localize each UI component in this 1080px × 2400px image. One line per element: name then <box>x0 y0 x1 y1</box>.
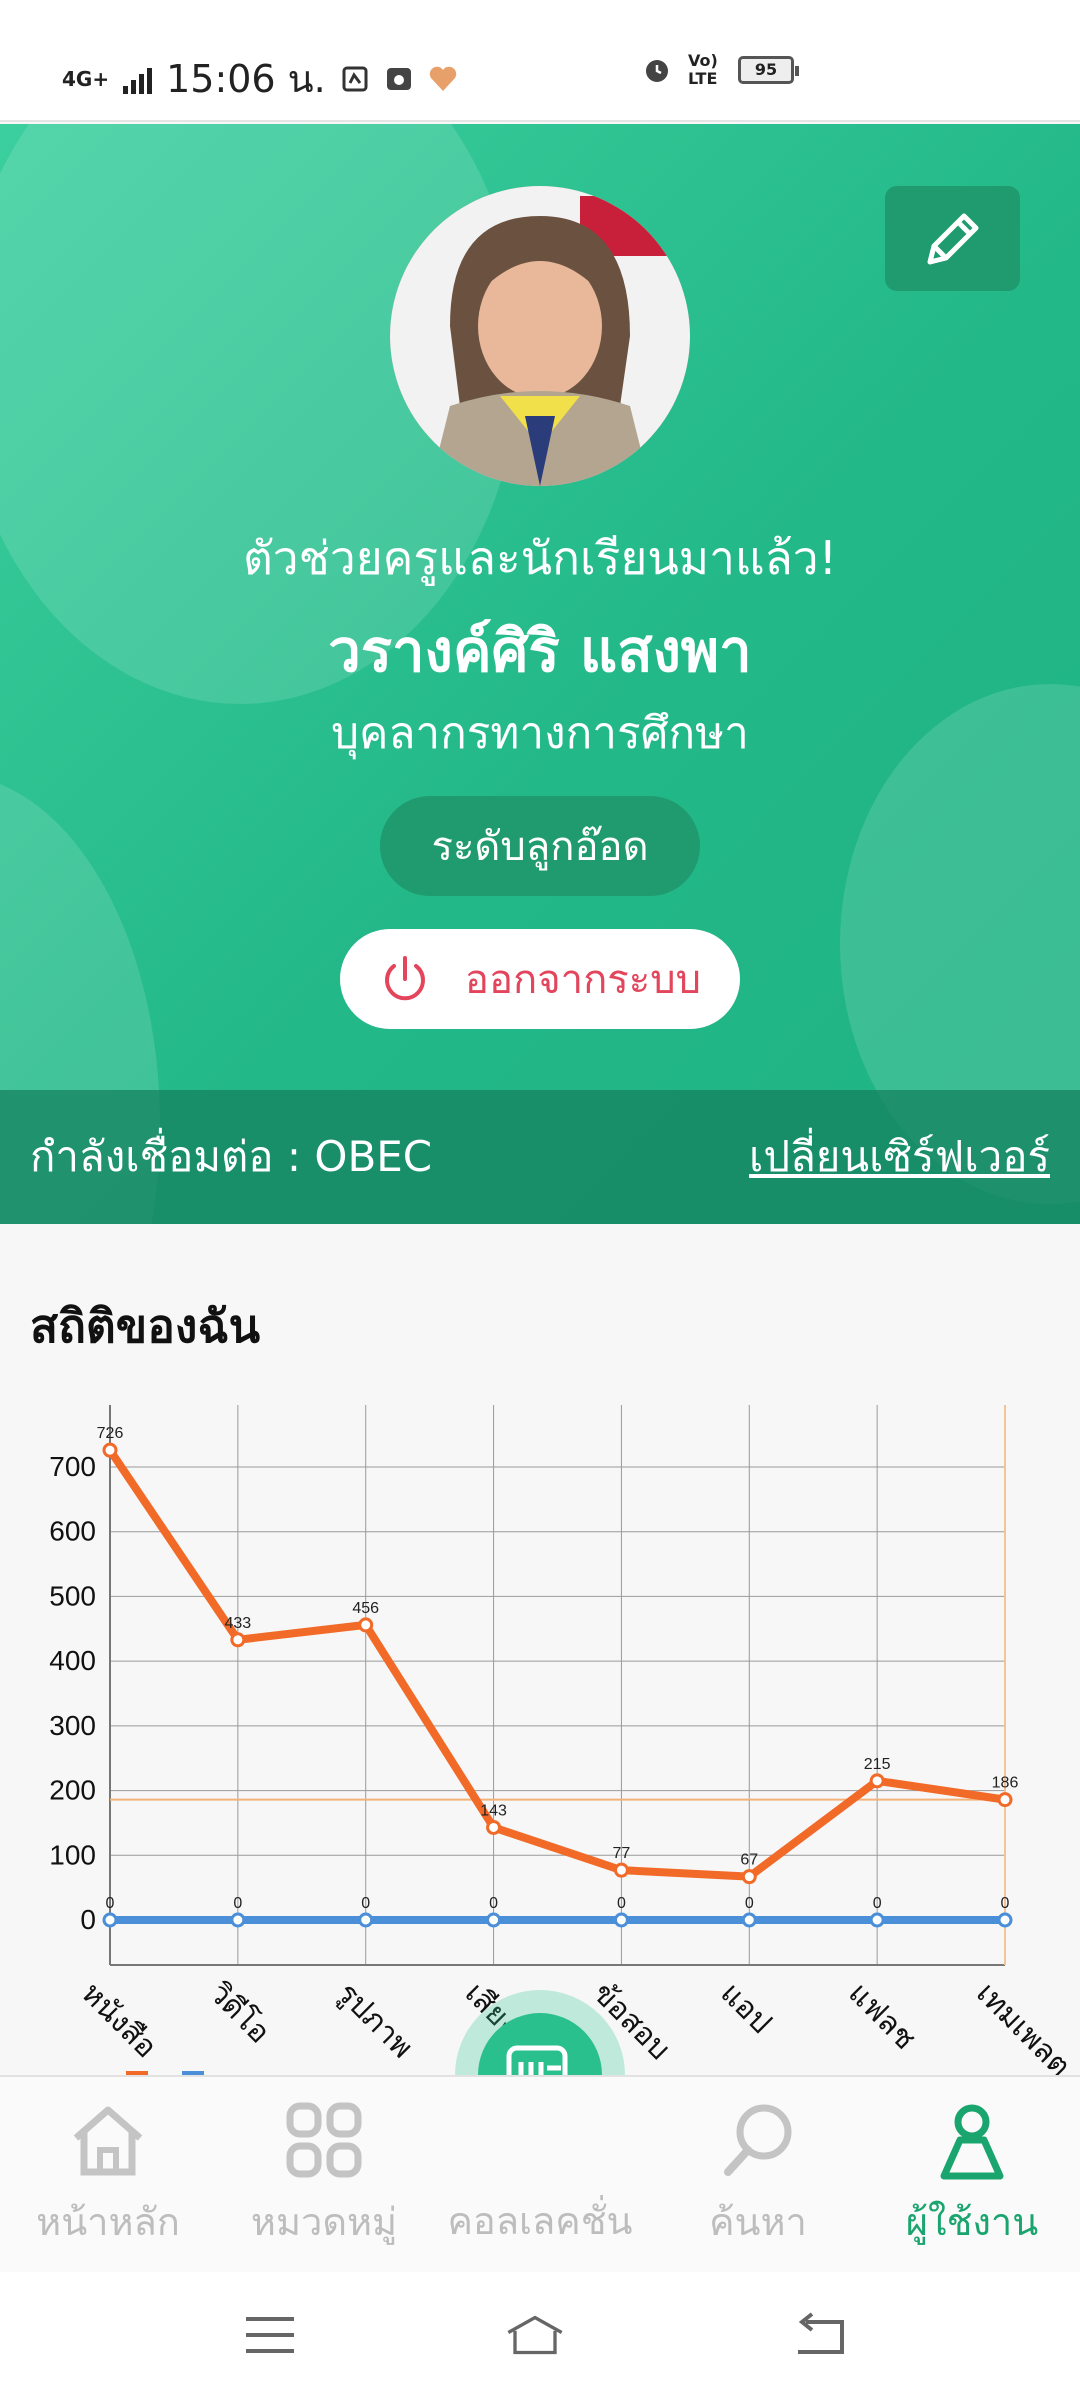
nav-label: หน้าหลัก <box>36 2200 180 2244</box>
y-tick-label: 400 <box>49 1645 96 1676</box>
y-tick-label: 0 <box>80 1904 96 1935</box>
alarm-icon <box>642 55 672 85</box>
data-point <box>486 1819 502 1835</box>
series-line-0 <box>106 1447 1006 1881</box>
data-label: 0 <box>617 1895 626 1912</box>
data-label: 67 <box>740 1852 758 1869</box>
battery-icon: 95 <box>738 56 799 84</box>
data-label: 143 <box>480 1802 507 1819</box>
stats-chart: 0 100 200 300 400 500 600 700726 433 456 143 77 67 21… <box>49 1405 1077 2084</box>
data-point <box>997 1792 1013 1808</box>
data-label: 77 <box>613 1845 631 1862</box>
nav-item-user[interactable]: ผู้ใช้งาน <box>872 2077 1072 2274</box>
y-tick-label: 700 <box>49 1451 96 1482</box>
back-icon[interactable] <box>790 2310 850 2360</box>
data-point <box>230 1632 246 1648</box>
nav-label: ค้นหา <box>709 2200 807 2244</box>
x-tick-label: แฟลช <box>841 1976 922 2057</box>
connection-bar: กำลังเชื่อมต่อ : OBEC เปลี่ยนเซิร์ฟเวอร์ <box>0 1090 1080 1224</box>
data-label: 456 <box>352 1600 379 1617</box>
data-point <box>997 1912 1013 1928</box>
switch-server-link[interactable]: เปลี่ยนเซิร์ฟเวอร์ <box>749 1124 1050 1190</box>
power-icon <box>384 956 425 1001</box>
connection-status: กำลังเชื่อมต่อ : OBEC <box>30 1132 433 1181</box>
data-label: 186 <box>992 1775 1019 1792</box>
status-bar: 4G+ 15:06 น. Vo) LTE 95 <box>0 0 1080 122</box>
data-point <box>102 1442 118 1458</box>
data-point <box>869 1912 885 1928</box>
tagline: ตัวช่วยครูและนักเรียนมาแล้ว! <box>242 531 838 585</box>
volte-label: Vo) LTE <box>688 51 718 88</box>
nav-label: ผู้ใช้งาน <box>905 2200 1039 2244</box>
x-tick-label: แอป <box>714 1976 779 2041</box>
data-point <box>486 1912 502 1928</box>
logout-label: ออกจากระบบ <box>464 957 702 1003</box>
data-label: 0 <box>233 1895 242 1912</box>
data-point <box>613 1912 629 1928</box>
home-system-icon[interactable] <box>505 2310 565 2360</box>
data-label: 0 <box>1001 1895 1010 1912</box>
nav-item-search[interactable]: ค้นหา <box>658 2077 858 2274</box>
data-point <box>102 1912 118 1928</box>
data-label: 433 <box>225 1615 252 1632</box>
data-label: 0 <box>361 1895 370 1912</box>
camera-app-icon <box>384 64 414 94</box>
x-tick-label: หนังสือ <box>74 1976 163 2065</box>
data-label: 0 <box>873 1895 882 1912</box>
nav-item-home[interactable]: หน้าหลัก <box>8 2077 208 2274</box>
x-tick-label: วิดีโอ <box>202 1975 277 2050</box>
data-point <box>358 1617 374 1633</box>
user-name: วรางค์ศิริ แสงพา <box>328 617 752 685</box>
nav-item-category[interactable]: หมวดหมู่ <box>224 2077 424 2274</box>
edit-profile-button[interactable] <box>885 186 1020 291</box>
network-type: 4G+ <box>62 66 110 91</box>
profile-header: ตัวช่วยครูและนักเรียนมาแล้ว! วรางค์ศิริ … <box>0 124 1080 1224</box>
level-badge[interactable]: ระดับลูกอ๊อด <box>380 796 700 896</box>
clock: 15:06 น. <box>166 57 326 101</box>
logout-button[interactable]: ออกจากระบบ <box>340 929 740 1029</box>
data-point <box>613 1862 629 1878</box>
data-point <box>741 1869 757 1885</box>
data-label: 0 <box>745 1895 754 1912</box>
data-label: 0 <box>106 1895 115 1912</box>
recent-apps-icon[interactable] <box>240 2310 300 2360</box>
data-point <box>358 1912 374 1928</box>
user-icon <box>940 2104 1004 2180</box>
avatar[interactable] <box>390 186 690 486</box>
data-point <box>741 1912 757 1928</box>
home-icon <box>73 2106 143 2176</box>
y-tick-label: 300 <box>49 1710 96 1741</box>
stats-title: สถิติของฉัน <box>30 1299 261 1353</box>
system-nav-bar <box>0 2272 1080 2400</box>
category-icon <box>286 2102 362 2178</box>
y-tick-label: 100 <box>49 1839 96 1870</box>
y-tick-label: 500 <box>49 1580 96 1611</box>
nav-label-collection[interactable]: คอลเลคชั่น <box>430 2190 650 2251</box>
data-label: 215 <box>864 1756 891 1773</box>
screenshot-icon <box>340 64 370 94</box>
data-point <box>869 1773 885 1789</box>
y-tick-label: 600 <box>49 1516 96 1547</box>
x-tick-label: เทมเพลต <box>969 1976 1077 2084</box>
battery-level: 95 <box>754 60 778 79</box>
y-tick-label: 200 <box>49 1775 96 1806</box>
health-heart-icon <box>428 64 458 94</box>
signal-icon <box>123 64 153 94</box>
search-icon <box>724 2104 792 2176</box>
data-point <box>230 1912 246 1928</box>
pencil-icon <box>927 213 978 264</box>
x-tick-label: รูปภาพ <box>330 1976 419 2065</box>
data-label: 726 <box>97 1425 124 1442</box>
nav-label: หมวดหมู่ <box>250 2200 398 2244</box>
user-role: บุคลากรทางการศึกษา <box>331 708 749 759</box>
data-label: 0 <box>489 1895 498 1912</box>
